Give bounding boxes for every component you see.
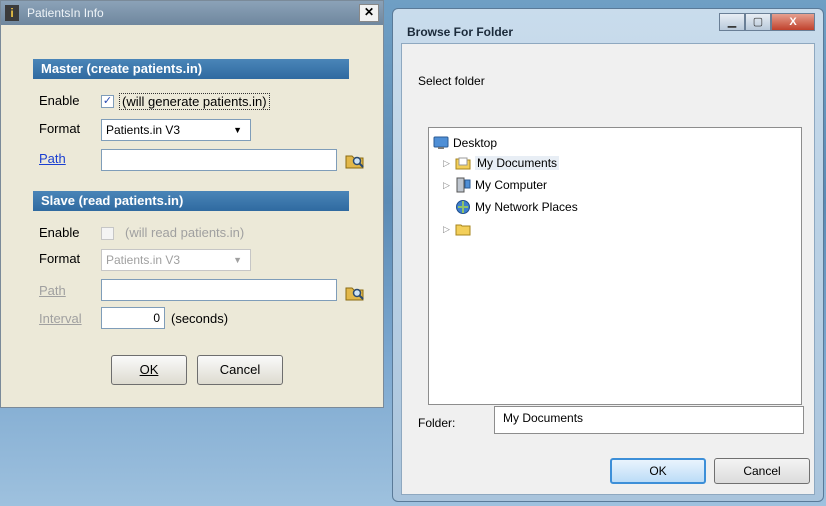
slave-interval-link[interactable]: Interval	[39, 311, 82, 326]
cancel-button[interactable]: Cancel	[714, 458, 810, 484]
ok-button[interactable]: OK	[111, 355, 187, 385]
tree-item-desktop[interactable]: Desktop	[433, 134, 497, 152]
tree-item-label: Desktop	[453, 136, 498, 150]
slave-format-select[interactable]: Patients.in V3 ▼	[101, 249, 251, 271]
folder-label: Folder:	[418, 416, 456, 430]
slave-path-input[interactable]	[101, 279, 337, 301]
slave-group-header: Slave (read patients.in)	[33, 191, 349, 211]
expand-arrow-icon[interactable]: ▷	[443, 224, 455, 235]
slave-interval-input[interactable]: 0	[101, 307, 165, 329]
tree-item-label: My Documents	[475, 156, 560, 170]
window-controls: ▁ ▢ X	[719, 13, 815, 31]
cancel-button-label: Cancel	[219, 362, 261, 377]
maximize-button[interactable]: ▢	[745, 13, 771, 31]
browse-for-folder-dialog: Browse For Folder ▁ ▢ X Select folder De…	[392, 8, 824, 502]
master-enable-checkbox[interactable]: ✓	[101, 95, 114, 108]
app-icon: i	[5, 5, 19, 21]
dialog-title: PatientsIn Info	[27, 6, 104, 20]
ok-button[interactable]: OK	[610, 458, 706, 484]
dialog-title: Browse For Folder	[407, 25, 514, 39]
network-icon	[455, 199, 471, 215]
master-format-label: Format	[39, 121, 81, 136]
title-bar[interactable]: i PatientsIn Info ✕	[1, 1, 383, 25]
check-mark-icon: ✓	[102, 95, 113, 107]
chevron-down-icon: ▼	[233, 125, 242, 135]
folder-name-input[interactable]: My Documents	[494, 406, 804, 434]
master-group-header: Master (create patients.in)	[33, 59, 349, 79]
expand-arrow-icon[interactable]: ▷	[443, 158, 455, 169]
close-button[interactable]: ✕	[359, 4, 379, 22]
master-enable-text[interactable]: (will generate patients.in)	[119, 93, 270, 110]
slave-interval-unit: (seconds)	[171, 311, 229, 326]
chevron-down-icon: ▼	[233, 255, 242, 265]
maximize-icon: ▢	[752, 16, 764, 28]
master-format-select[interactable]: Patients.in V3 ▼	[101, 119, 251, 141]
minimize-button[interactable]: ▁	[719, 13, 745, 31]
tree-item-my-documents[interactable]: ▷ My Documents	[443, 154, 560, 172]
slave-path-link[interactable]: Path	[39, 283, 66, 298]
master-browse-folder-icon[interactable]	[345, 151, 365, 169]
folder-tree[interactable]: Desktop ▷ My Documents ▷ My Computer My …	[428, 127, 802, 405]
cancel-button[interactable]: Cancel	[197, 355, 283, 385]
folder-icon	[455, 221, 471, 237]
slave-enable-text: (will read patients.in)	[125, 225, 245, 240]
tree-item-label: My Computer	[475, 178, 548, 192]
master-path-input[interactable]	[101, 149, 337, 171]
computer-icon	[455, 177, 471, 193]
slave-format-label: Format	[39, 251, 81, 266]
minimize-icon: ▁	[727, 16, 737, 28]
close-button[interactable]: X	[771, 13, 815, 31]
master-enable-label: Enable	[39, 93, 80, 108]
tree-item-my-network-places[interactable]: My Network Places	[443, 198, 578, 216]
folder-documents-icon	[455, 155, 471, 171]
tree-item-my-computer[interactable]: ▷ My Computer	[443, 176, 547, 194]
slave-enable-checkbox[interactable]	[101, 227, 114, 240]
patientsin-info-dialog: i PatientsIn Info ✕ Master (create patie…	[0, 0, 384, 408]
slave-format-value: Patients.in V3	[106, 253, 181, 267]
tree-item-label: My Network Places	[475, 200, 578, 214]
master-format-value: Patients.in V3	[106, 123, 181, 137]
tree-item-folder[interactable]: ▷	[443, 220, 475, 238]
slave-enable-label: Enable	[39, 225, 80, 240]
desktop-icon	[433, 135, 449, 151]
slave-browse-folder-icon[interactable]	[345, 283, 365, 301]
ok-button-label: OK	[139, 362, 159, 377]
select-folder-prompt: Select folder	[418, 74, 485, 88]
dialog-client-area: Select folder Desktop ▷ My Documents ▷ M…	[401, 43, 815, 495]
master-path-link[interactable]: Path	[39, 151, 66, 166]
expand-arrow-icon[interactable]: ▷	[443, 180, 455, 191]
